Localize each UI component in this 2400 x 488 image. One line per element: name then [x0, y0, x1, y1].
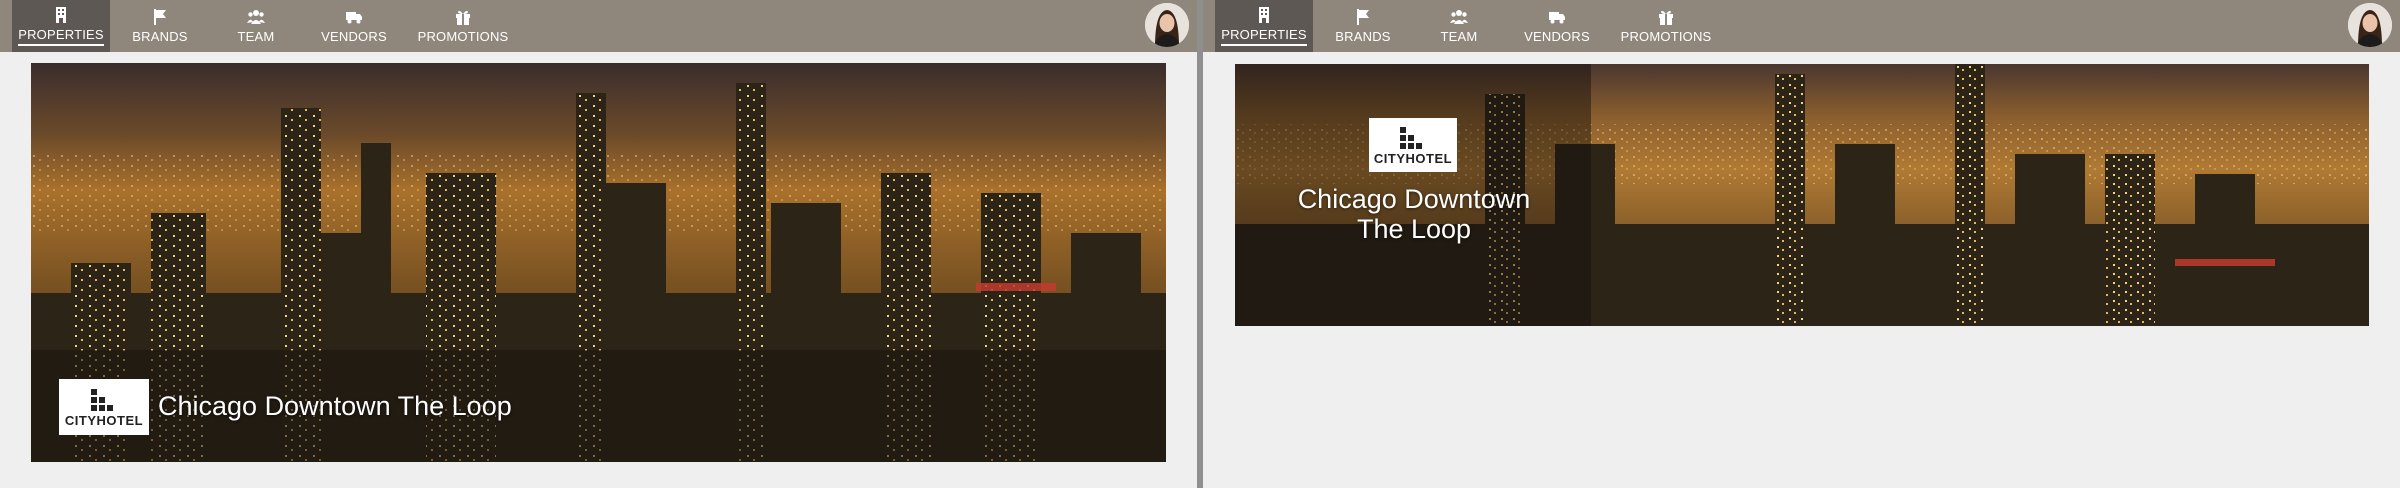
nav-label: PROMOTIONS — [1620, 29, 1712, 44]
nav-promotions[interactable]: PROMOTIONS — [1611, 0, 1721, 52]
team-icon — [1450, 10, 1468, 24]
nav-team[interactable]: TEAM — [216, 0, 296, 52]
nav-label: TEAM — [1440, 29, 1478, 44]
brand-logo: CITYHOTEL — [59, 379, 149, 435]
flag-icon — [1357, 9, 1369, 25]
truck-icon — [1549, 12, 1565, 24]
nav-properties[interactable]: PROPERTIES — [12, 0, 110, 52]
building-icon — [56, 7, 66, 23]
nav-label: TEAM — [237, 29, 275, 44]
avatar-icon — [2348, 3, 2392, 47]
nav-label: BRANDS — [1335, 29, 1391, 44]
property-banner[interactable]: CITYHOTEL Chicago Downtown The Loop — [1235, 64, 2369, 326]
truck-icon — [346, 12, 362, 24]
nav-vendors[interactable]: VENDORS — [312, 0, 396, 52]
cityhotel-logo-icon — [91, 388, 113, 411]
nav-brands[interactable]: BRANDS — [120, 0, 200, 52]
left-panel: PROPERTIES BRANDS TEAM VENDORS PROMOTION… — [0, 0, 1197, 488]
top-navigation: PROPERTIES BRANDS TEAM VENDORS PROMOTION… — [1203, 0, 2400, 52]
building-icon — [1259, 7, 1269, 23]
property-title: Chicago Downtown The Loop — [158, 391, 512, 421]
nav-team[interactable]: TEAM — [1419, 0, 1499, 52]
top-navigation: PROPERTIES BRANDS TEAM VENDORS PROMOTION… — [0, 0, 1197, 52]
nav-promotions[interactable]: PROMOTIONS — [408, 0, 518, 52]
flag-icon — [154, 9, 166, 25]
brand-logo: CITYHOTEL — [1369, 118, 1457, 172]
nav-label: PROMOTIONS — [417, 29, 509, 44]
user-avatar[interactable] — [1145, 3, 1189, 47]
nav-label: PROPERTIES — [18, 27, 104, 46]
nav-brands[interactable]: BRANDS — [1323, 0, 1403, 52]
nav-label: BRANDS — [132, 29, 188, 44]
nav-label: PROPERTIES — [1221, 27, 1307, 46]
gift-icon — [456, 10, 470, 25]
gift-icon — [1659, 10, 1673, 25]
brand-name: CITYHOTEL — [1373, 150, 1453, 166]
nav-label: VENDORS — [321, 29, 387, 44]
nav-vendors[interactable]: VENDORS — [1515, 0, 1599, 52]
brand-name: CITYHOTEL — [64, 412, 144, 428]
property-title-line1: Chicago Downtown — [1297, 184, 1531, 214]
property-title: Chicago Downtown The Loop — [1289, 184, 1539, 244]
property-title-line2: The Loop — [1356, 214, 1472, 244]
team-icon — [247, 10, 265, 24]
nav-properties[interactable]: PROPERTIES — [1215, 0, 1313, 52]
nav-label: VENDORS — [1524, 29, 1590, 44]
avatar-icon — [1145, 3, 1189, 47]
user-avatar[interactable] — [2348, 3, 2392, 47]
property-banner[interactable]: CITYHOTEL Chicago Downtown The Loop — [31, 63, 1166, 462]
right-panel: PROPERTIES BRANDS TEAM VENDORS PROMOTION… — [1203, 0, 2400, 488]
cityhotel-logo-icon — [1400, 126, 1422, 149]
